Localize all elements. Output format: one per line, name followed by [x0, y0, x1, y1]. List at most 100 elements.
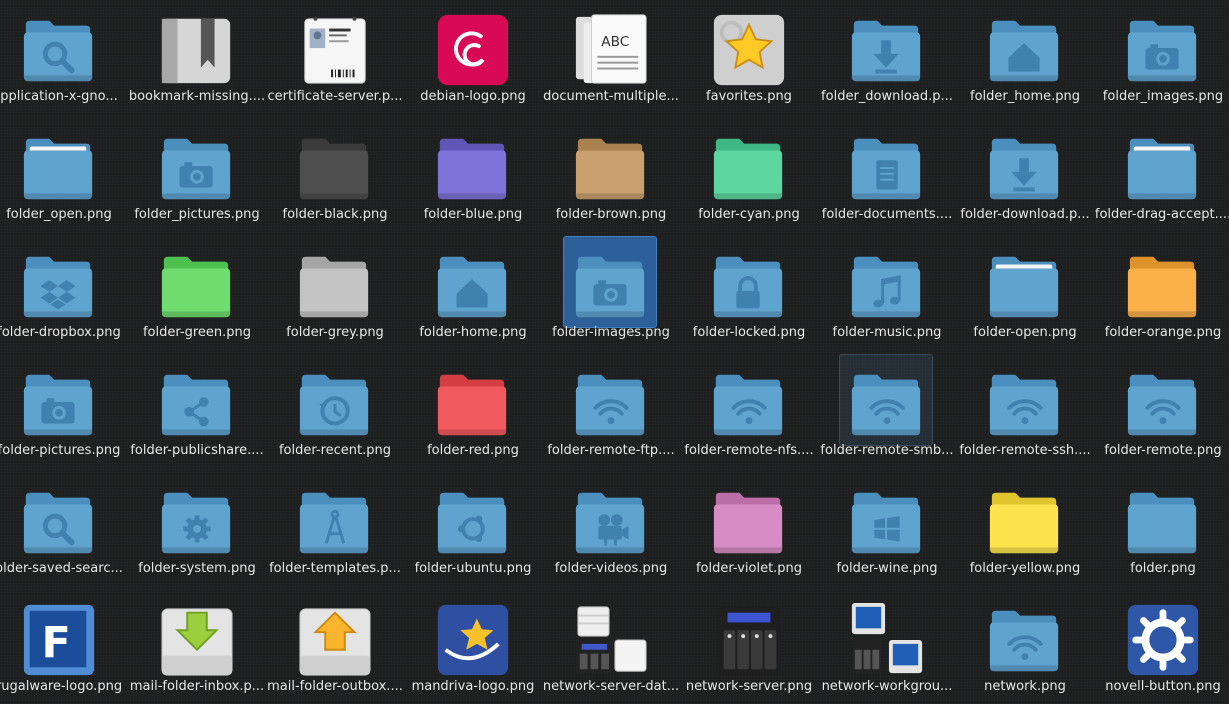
file-item[interactable]: folder-templates.p... — [269, 474, 401, 586]
file-item[interactable]: older-saved-searc... — [0, 474, 123, 586]
file-label: folder-locked.png — [692, 325, 806, 340]
file-item[interactable]: mail-folder-inbox.p... — [130, 592, 264, 704]
server-database-icon — [572, 601, 650, 679]
file-item[interactable]: folder_pictures.png — [131, 120, 261, 232]
file-item[interactable]: folder-home.png — [407, 238, 537, 350]
bookmark-icon — [158, 11, 236, 89]
file-item[interactable]: folder_images.png — [1097, 2, 1227, 114]
folder-compass-icon — [296, 483, 374, 561]
folder-search-icon — [20, 11, 98, 89]
file-item[interactable]: Frugalware-logo.png — [0, 592, 123, 704]
file-item[interactable]: folder-cyan.png — [683, 120, 813, 232]
file-label: network-workgrou... — [821, 679, 953, 694]
workgroup-icon — [848, 601, 926, 679]
file-label: folder_images.png — [1102, 89, 1224, 104]
file-item[interactable]: folder-orange.png — [1097, 238, 1227, 350]
file-item[interactable]: mandriva-logo.png — [407, 592, 537, 704]
file-label: folder-remote-nfs.... — [684, 443, 814, 458]
folder-camera-icon — [572, 247, 650, 325]
file-label: folder-videos.png — [554, 561, 668, 576]
file-label: folder-dropbox.png — [0, 325, 121, 340]
folder-blue-icon — [434, 129, 512, 207]
file-item[interactable]: folder-brown.png — [545, 120, 675, 232]
folder-dropbox-icon — [20, 247, 98, 325]
file-item[interactable]: folder-videos.png — [545, 474, 675, 586]
file-item[interactable]: debian-logo.png — [407, 2, 537, 114]
file-item[interactable]: favorites.png — [683, 2, 813, 114]
file-label: folder-templates.p... — [269, 561, 401, 576]
file-label: mail-folder-inbox.p... — [129, 679, 265, 694]
file-item[interactable]: folder-remote-ftp.... — [545, 356, 675, 468]
file-item[interactable]: folder_download.p... — [821, 2, 953, 114]
folder-ubuntu-icon — [434, 483, 512, 561]
file-item[interactable]: folder-drag-accept.... — [1095, 120, 1229, 232]
file-item[interactable]: folder-wine.png — [821, 474, 951, 586]
file-item[interactable]: ABC document-multiple... — [543, 2, 679, 114]
file-item[interactable]: folder-green.png — [131, 238, 261, 350]
folder-camera-icon — [158, 129, 236, 207]
file-item[interactable]: folder-remote-nfs.... — [683, 356, 814, 468]
file-item[interactable]: network-workgrou... — [821, 592, 952, 704]
file-item[interactable]: folder-music.png — [821, 238, 951, 350]
file-item[interactable]: network.png — [959, 592, 1089, 704]
file-item[interactable]: folder-publicshare.... — [130, 356, 264, 468]
folder-remote-icon — [1124, 365, 1202, 443]
file-item[interactable]: folder-grey.png — [269, 238, 399, 350]
folder-download-icon — [848, 11, 926, 89]
file-item[interactable]: folder-recent.png — [269, 356, 399, 468]
file-item[interactable]: folder-system.png — [131, 474, 261, 586]
file-item[interactable]: folder-remote-ssh.... — [959, 356, 1091, 468]
file-label: folder_pictures.png — [134, 207, 260, 222]
folder-document-icon — [848, 129, 926, 207]
file-label: network-server.png — [685, 679, 813, 694]
file-item[interactable]: folder-download.p... — [959, 120, 1090, 232]
file-label: folder-images.png — [552, 325, 670, 340]
file-label: bookmark-missing.... — [128, 89, 266, 104]
file-item[interactable]: folder_home.png — [959, 2, 1089, 114]
file-item[interactable]: folder-dropbox.png — [0, 238, 123, 350]
file-label: folder-system.png — [138, 561, 256, 576]
file-item[interactable]: folder-yellow.png — [959, 474, 1089, 586]
server-icon — [710, 601, 788, 679]
folder-black-icon — [296, 129, 374, 207]
folder-open-icon — [986, 247, 1064, 325]
file-label: folder-music.png — [832, 325, 942, 340]
file-item[interactable]: folder-red.png — [407, 356, 537, 468]
folder-lock-icon — [710, 247, 788, 325]
file-label: folder-remote-smb... — [820, 443, 954, 458]
folder-open-icon — [20, 129, 98, 207]
folder-camera-icon — [1124, 11, 1202, 89]
file-label: folder-ubuntu.png — [414, 561, 532, 576]
file-item[interactable]: folder-black.png — [269, 120, 399, 232]
file-item[interactable]: folder-remote-smb... — [820, 356, 954, 468]
file-item[interactable]: folder-documents.... — [821, 120, 952, 232]
folder-grey-icon — [296, 247, 374, 325]
file-item[interactable]: folder-ubuntu.png — [407, 474, 537, 586]
file-item[interactable]: network-server-dat... — [543, 592, 679, 704]
file-label: network-server-dat... — [542, 679, 680, 694]
folder-icon — [1124, 483, 1202, 561]
file-item[interactable]: bookmark-missing.... — [129, 2, 265, 114]
file-label: folder-orange.png — [1104, 325, 1222, 340]
file-item[interactable]: folder_open.png — [0, 120, 123, 232]
inbox-icon — [158, 601, 236, 679]
file-item[interactable]: folder-images.png — [545, 238, 675, 350]
file-label: pplication-x-gno... — [0, 89, 118, 104]
file-item[interactable]: folder-blue.png — [407, 120, 537, 232]
file-item[interactable]: folder-violet.png — [683, 474, 813, 586]
file-label: document-multiple... — [543, 89, 679, 104]
file-item[interactable]: folder-pictures.png — [0, 356, 123, 468]
folder-home-icon — [986, 11, 1064, 89]
file-item[interactable]: network-server.png — [683, 592, 813, 704]
file-item[interactable]: certificate-server.p... — [267, 2, 403, 114]
folder-brown-icon — [572, 129, 650, 207]
file-label: rugalware-logo.png — [0, 679, 123, 694]
file-item[interactable]: folder-locked.png — [683, 238, 813, 350]
file-item[interactable]: folder-remote.png — [1097, 356, 1227, 468]
file-item[interactable]: folder-open.png — [959, 238, 1089, 350]
file-item[interactable]: novell-button.png — [1097, 592, 1227, 704]
frugalware-logo-icon: F — [20, 601, 98, 679]
file-item[interactable]: folder.png — [1097, 474, 1227, 586]
file-item[interactable]: pplication-x-gno... — [0, 2, 123, 114]
file-item[interactable]: mail-folder-outbox.... — [267, 592, 403, 704]
